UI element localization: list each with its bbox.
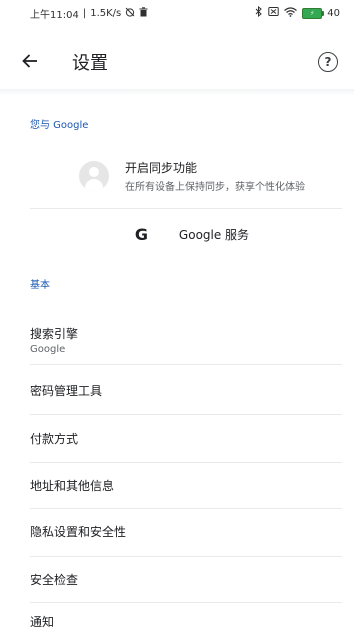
section-header-basics: 基本 [30,280,50,291]
back-button[interactable] [22,47,52,77]
app-toolbar: 设置 ? [0,40,354,84]
payment-methods-item[interactable]: 付款方式 [0,418,354,458]
notifications-item[interactable]: 通知 [0,606,354,636]
search-engine-title: 搜索引擎 [30,327,79,341]
wifi-icon [284,6,298,20]
sync-item[interactable]: 开启同步功能 在所有设备上保持同步，获享个性化体验 [0,146,354,206]
status-time: 上午11:04 [30,9,79,21]
safety-check-item[interactable]: 安全检查 [0,558,354,600]
divider [30,462,342,463]
sim-icon [268,6,279,20]
bluetooth-icon [255,5,263,20]
divider [30,556,342,557]
safety-check-label: 安全检查 [30,572,79,587]
trash-icon [139,6,148,20]
page-title: 设置 [72,53,108,74]
status-net-speed: 1.5K/s [90,7,122,19]
status-separator: | [82,7,87,19]
help-icon: ? [324,55,332,69]
notifications-label: 通知 [30,614,55,629]
privacy-security-label: 隐私设置和安全性 [30,524,127,539]
status-left: 上午11:04 | 1.5K/s [30,6,148,21]
payment-methods-label: 付款方式 [30,431,79,446]
search-engine-item[interactable]: 搜索引擎 Google [0,320,354,360]
password-manager-item[interactable]: 密码管理工具 [0,368,354,412]
divider [30,364,342,365]
battery-icon: ⚡ [302,7,325,19]
google-g-icon: G [134,224,149,244]
sync-subtitle: 在所有设备上保持同步，获享个性化体验 [125,182,305,193]
privacy-security-item[interactable]: 隐私设置和安全性 [0,510,354,552]
divider [30,508,342,509]
sync-title: 开启同步功能 [125,161,198,175]
battery-level: 40 [327,7,340,19]
search-engine-value: Google [30,344,66,355]
google-services-label: Google 服务 [178,227,250,242]
back-arrow-icon [22,53,38,72]
toolbar-shadow [0,89,354,95]
status-bar: 上午11:04 | 1.5K/s ⚡ 40 [0,0,354,26]
addresses-item[interactable]: 地址和其他信息 [0,464,354,506]
status-right: ⚡ 40 [255,5,340,20]
password-manager-label: 密码管理工具 [30,383,103,398]
sync-text: 开启同步功能 在所有设备上保持同步，获享个性化体验 [125,159,305,193]
alarm-off-icon [125,7,135,20]
help-button[interactable]: ? [318,52,338,72]
avatar [79,161,109,191]
divider [30,602,342,603]
addresses-label: 地址和其他信息 [30,478,115,493]
google-services-item[interactable]: G Google 服务 [0,212,354,256]
divider [30,208,342,209]
divider [30,414,342,415]
section-header-google: 您与 Google [30,120,89,131]
